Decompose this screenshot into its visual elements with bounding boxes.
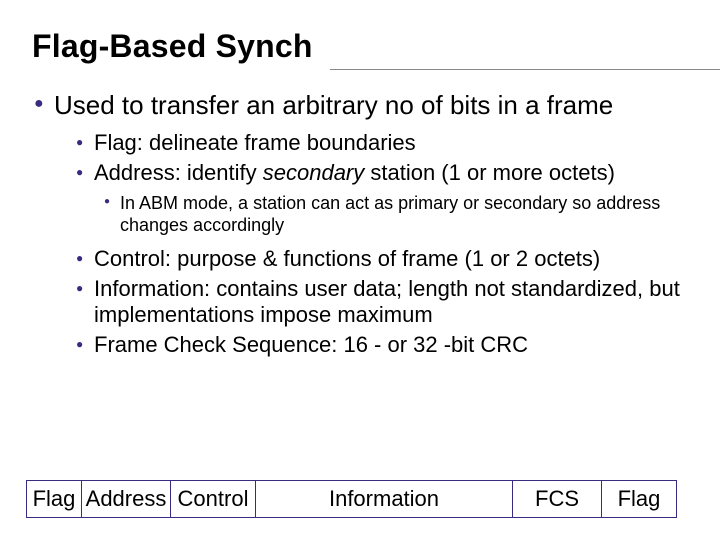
bullet-text: Address: identify secondary station (1 o…: [94, 160, 615, 186]
frame-field-fcs: FCS: [512, 480, 602, 518]
slide: Flag-Based Synch ● Used to transfer an a…: [0, 0, 720, 540]
bullet-text: Flag: delineate frame boundaries: [94, 130, 416, 156]
frame-field-flag-end: Flag: [601, 480, 677, 518]
bullet-text: Information: contains user data; length …: [94, 276, 688, 328]
bullet-level2: ● Information: contains user data; lengt…: [76, 276, 688, 328]
frame-field-control: Control: [170, 480, 256, 518]
bullet-icon: ●: [104, 192, 120, 236]
text-fragment: Address: identify: [94, 160, 263, 185]
bullet-icon: ●: [76, 130, 94, 156]
frame-structure-diagram: Flag Address Control Information FCS Fla…: [26, 480, 676, 518]
frame-field-address: Address: [81, 480, 171, 518]
bullet-level1: ● Used to transfer an arbitrary no of bi…: [34, 90, 688, 120]
bullet-text: Used to transfer an arbitrary no of bits…: [54, 90, 613, 120]
title-underline: [330, 69, 720, 70]
sub-bullet-list: ● Flag: delineate frame boundaries ● Add…: [76, 130, 688, 358]
bullet-icon: ●: [76, 332, 94, 358]
frame-field-flag: Flag: [26, 480, 82, 518]
bullet-level2: ● Address: identify secondary station (1…: [76, 160, 688, 186]
bullet-icon: ●: [76, 160, 94, 186]
bullet-level3: ● In ABM mode, a station can act as prim…: [104, 192, 688, 236]
frame-field-information: Information: [255, 480, 513, 518]
bullet-level2: ● Flag: delineate frame boundaries: [76, 130, 688, 156]
bullet-icon: ●: [34, 90, 54, 120]
bullet-level2: ● Frame Check Sequence: 16 - or 32 -bit …: [76, 332, 688, 358]
bullet-text: Frame Check Sequence: 16 - or 32 -bit CR…: [94, 332, 528, 358]
text-fragment: station (1 or more octets): [364, 160, 615, 185]
bullet-icon: ●: [76, 246, 94, 272]
slide-title: Flag-Based Synch: [32, 28, 688, 65]
bullet-text: In ABM mode, a station can act as primar…: [120, 192, 688, 236]
bullet-level2: ● Control: purpose & functions of frame …: [76, 246, 688, 272]
bullet-icon: ●: [76, 276, 94, 328]
emphasis: secondary: [263, 160, 365, 185]
bullet-text: Control: purpose & functions of frame (1…: [94, 246, 600, 272]
bullet-list: ● Used to transfer an arbitrary no of bi…: [32, 90, 688, 120]
